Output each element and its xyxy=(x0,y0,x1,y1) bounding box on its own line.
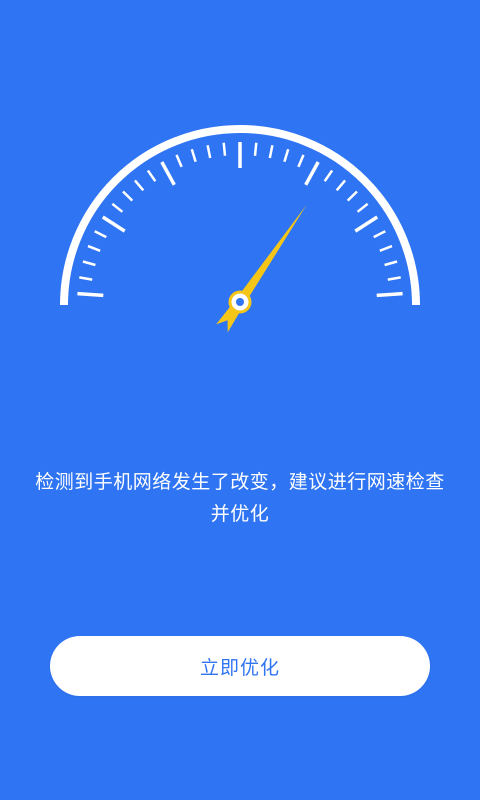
gauge-minor-tick xyxy=(268,145,274,159)
gauge-minor-tick xyxy=(356,202,369,213)
gauge-minor-tick xyxy=(82,260,96,267)
gauge-minor-tick xyxy=(335,179,347,192)
gauge-minor-tick xyxy=(222,142,227,156)
gauge-minor-tick xyxy=(384,260,398,267)
gauge-minor-tick xyxy=(253,142,258,156)
gauge-minor-tick xyxy=(146,169,157,182)
gauge-minor-tick xyxy=(379,244,393,252)
gauge-minor-tick xyxy=(133,179,145,192)
gauge-minor-tick xyxy=(373,230,386,239)
gauge-minor-tick xyxy=(111,202,124,213)
gauge-major-tick xyxy=(354,215,379,233)
gauge-minor-tick xyxy=(323,169,334,182)
gauge-minor-tick xyxy=(206,145,212,159)
gauge-major-tick xyxy=(376,291,403,298)
gauge-minor-tick xyxy=(346,190,358,202)
optimize-now-button[interactable]: 立即优化 xyxy=(50,636,430,696)
needle-hub-center xyxy=(236,298,244,306)
gauge-minor-tick xyxy=(87,244,101,252)
gauge-minor-tick xyxy=(387,276,401,281)
gauge-major-tick xyxy=(160,161,176,186)
needle-icon xyxy=(216,204,307,333)
gauge-minor-tick xyxy=(283,148,290,163)
gauge-minor-tick xyxy=(175,154,183,168)
gauge-minor-tick xyxy=(122,190,134,202)
gauge-minor-tick xyxy=(79,276,93,281)
gauge-major-tick xyxy=(101,215,126,233)
network-check-screen: 检测到手机网络发生了改变，建议进行网速检查并优化 立即优化 xyxy=(0,0,480,800)
gauge-major-tick xyxy=(77,291,104,298)
gauge-ticks xyxy=(77,142,403,298)
gauge-major-tick xyxy=(304,161,320,186)
gauge-minor-tick xyxy=(94,230,107,239)
gauge-minor-tick xyxy=(190,148,197,163)
speed-gauge xyxy=(60,125,420,333)
gauge-minor-tick xyxy=(297,154,305,168)
gauge-needle xyxy=(216,204,307,333)
network-change-message: 检测到手机网络发生了改变，建议进行网速检查并优化 xyxy=(35,471,445,525)
